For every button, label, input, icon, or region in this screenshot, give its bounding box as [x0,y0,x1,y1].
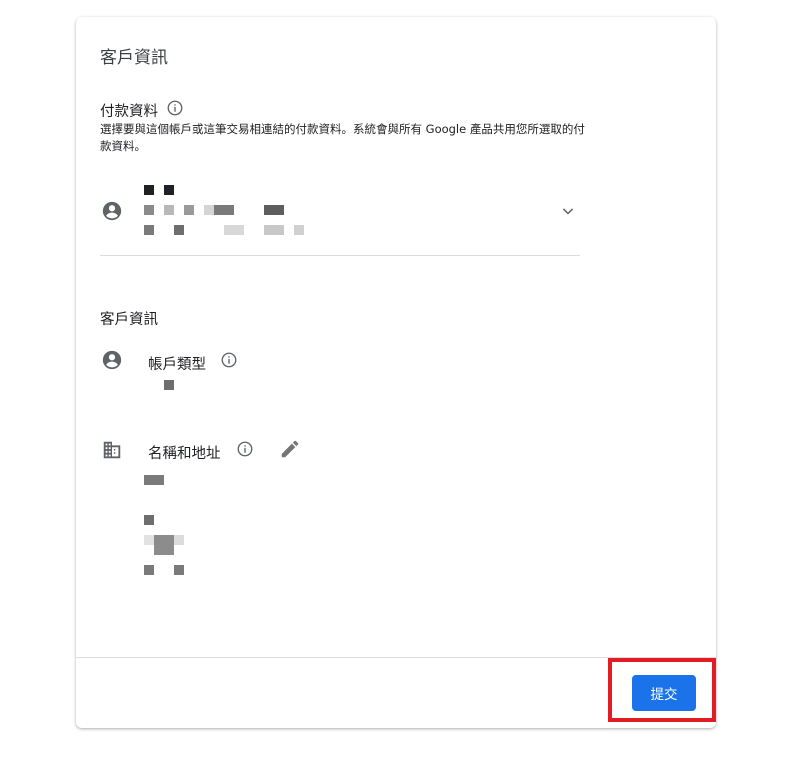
chevron-down-icon[interactable] [558,201,578,221]
account-type-label: 帳戶類型 [148,357,206,373]
divider [100,255,580,256]
name-address-label: 名稱和地址 [148,446,221,462]
highlight-box [608,658,716,722]
building-icon [103,441,121,459]
account-circle-icon [102,201,122,221]
payment-section-title: 付款資料 [100,104,158,120]
account-circle-icon [102,350,122,370]
info-icon[interactable] [220,351,238,369]
customer-info-card: 客戶資訊 付款資料 選擇要與這個帳戶或這筆交易相連結的付款資料。系統會與所有 G… [76,17,716,728]
pencil-icon[interactable] [279,438,301,460]
info-icon[interactable] [236,440,254,458]
info-icon[interactable] [166,99,184,117]
customer-section-heading: 客戶資訊 [100,312,158,328]
payment-description: 選擇要與這個帳戶或這筆交易相連結的付款資料。系統會與所有 Google 產品共用… [100,122,585,153]
card-title: 客戶資訊 [100,48,168,68]
